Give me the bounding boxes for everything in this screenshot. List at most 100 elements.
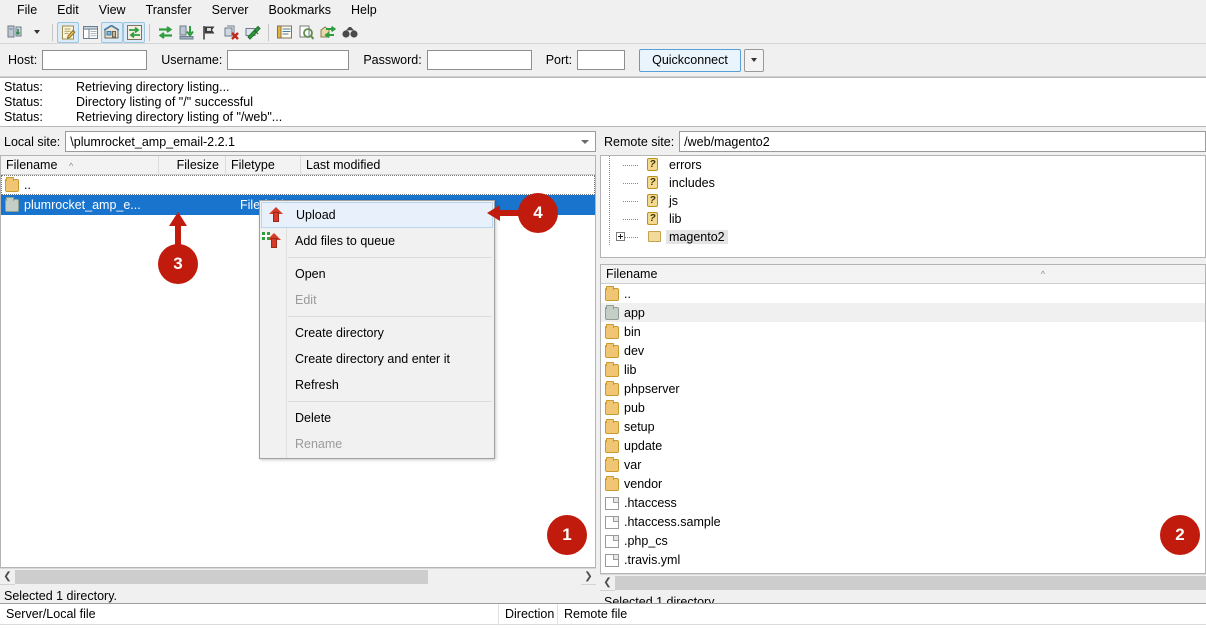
tree-item[interactable]: ? lib (601, 210, 1205, 228)
list-item[interactable]: setup (601, 417, 1205, 436)
context-menu-item-refresh[interactable]: Refresh (260, 372, 494, 398)
username-input[interactable] (227, 50, 349, 70)
scroll-track[interactable] (615, 575, 1206, 591)
remote-site-path-combobox[interactable]: /web/magento2 (679, 131, 1206, 152)
chevron-down-icon (34, 30, 40, 34)
message-log[interactable]: Status: Retrieving directory listing... … (0, 77, 1206, 127)
context-menu-item-create-directory[interactable]: Create directory (260, 320, 494, 346)
context-menu-item-delete[interactable]: Delete (260, 405, 494, 431)
list-item[interactable]: .. (1, 175, 595, 195)
list-item[interactable]: update (601, 436, 1205, 455)
remote-file-list[interactable]: Filename ^ ..appbin dev libphpserverpubset… (600, 264, 1206, 574)
file-icon (605, 535, 619, 548)
list-item[interactable]: var (601, 455, 1205, 474)
remote-file-list-header: Filename ^ (601, 265, 1205, 284)
list-item[interactable]: .htaccess.sample (601, 512, 1205, 531)
column-header-filesize[interactable]: Filesize (159, 156, 226, 175)
list-item[interactable]: bin (601, 322, 1205, 341)
list-item[interactable]: dev (601, 341, 1205, 360)
list-item[interactable]: app (601, 303, 1205, 322)
list-item[interactable]: .travis.yml (601, 550, 1205, 569)
file-name: .htaccess.sample (619, 515, 1205, 529)
process-queue-icon[interactable] (176, 22, 198, 43)
scroll-thumb[interactable] (615, 576, 1206, 590)
folder-icon (605, 440, 619, 453)
remote-file-rows: ..appbin dev libphpserverpubsetupupdate var… (601, 284, 1205, 569)
synchronized-browsing-icon[interactable] (317, 22, 339, 43)
annotation-arrow-3 (169, 212, 187, 246)
tree-indent (601, 174, 647, 192)
quickconnect-button[interactable]: Quickconnect (639, 49, 741, 72)
annotation-marker-2: 2 (1160, 515, 1200, 555)
menu-item-transfer[interactable]: Transfer (136, 0, 202, 21)
filter-icon[interactable] (273, 22, 295, 43)
menu-item-bookmarks[interactable]: Bookmarks (258, 0, 341, 21)
context-menu-item-upload[interactable]: Upload (261, 202, 493, 228)
menu-item-file[interactable]: File (7, 0, 47, 21)
toggle-transfer-queue-icon[interactable] (123, 22, 145, 43)
column-header-direction[interactable]: Direction (499, 604, 558, 625)
site-manager-dropdown-icon[interactable] (26, 22, 48, 43)
file-name: dev (619, 344, 1205, 358)
local-site-path-combobox[interactable]: \plumrocket_amp_email-2.2.1 (65, 131, 596, 152)
port-input[interactable] (577, 50, 625, 70)
cancel-operation-icon[interactable] (220, 22, 242, 43)
local-horizontal-scrollbar[interactable]: ❮ ❯ (0, 568, 596, 584)
folder-unknown-icon: ? (647, 176, 662, 190)
scroll-left-icon[interactable]: ❮ (0, 569, 15, 585)
toggle-remote-tree-icon[interactable] (101, 22, 123, 43)
list-item[interactable]: .. (601, 284, 1205, 303)
column-header-remote-file[interactable]: Remote file (558, 604, 1206, 625)
scroll-right-icon[interactable]: ❯ (581, 569, 596, 585)
scroll-thumb[interactable] (15, 570, 428, 584)
tree-indent (601, 210, 647, 228)
context-menu-item-create-directory-and-enter[interactable]: Create directory and enter it (260, 346, 494, 372)
list-item[interactable]: .htaccess (601, 493, 1205, 512)
column-header-server-local-file[interactable]: Server/Local file (0, 604, 499, 625)
folder-gray-icon (5, 199, 19, 212)
transfer-queue-header: Server/Local file Direction Remote file (0, 604, 1206, 625)
list-item[interactable]: lib (601, 360, 1205, 379)
remote-site-bar: Remote site: /web/magento2 (600, 130, 1206, 153)
toggle-message-log-icon[interactable] (57, 22, 79, 43)
menu-item-help[interactable]: Help (341, 0, 387, 21)
scroll-left-icon[interactable]: ❮ (600, 575, 615, 591)
context-menu-item-open[interactable]: Open (260, 261, 494, 287)
tree-item[interactable]: magento2 (601, 228, 1205, 246)
remote-directory-tree[interactable]: ? errors ? includes ? js (600, 155, 1206, 258)
tree-item[interactable]: ? js (601, 192, 1205, 210)
context-menu-item-label: Open (295, 267, 326, 281)
column-header-last-modified[interactable]: Last modified (301, 156, 595, 175)
tree-item[interactable]: ? errors (601, 156, 1205, 174)
menu-item-view[interactable]: View (89, 0, 136, 21)
list-item[interactable]: phpserver (601, 379, 1205, 398)
tree-item[interactable]: ? includes (601, 174, 1205, 192)
password-input[interactable] (427, 50, 532, 70)
toggle-preserve-timestamps-icon[interactable] (198, 22, 220, 43)
context-menu-item-add-files-to-queue[interactable]: Add files to queue (260, 228, 494, 254)
list-item[interactable]: vendor (601, 474, 1205, 493)
quickconnect-dropdown-button[interactable] (744, 49, 764, 72)
site-manager-icon[interactable] (4, 22, 26, 43)
menu-item-edit[interactable]: Edit (47, 0, 89, 21)
host-input[interactable] (42, 50, 147, 70)
disconnect-icon[interactable] (242, 22, 264, 43)
find-files-icon[interactable] (339, 22, 361, 43)
menu-item-server[interactable]: Server (202, 0, 259, 21)
refresh-icon[interactable] (154, 22, 176, 43)
column-header-filename[interactable]: Filename ^ (601, 265, 1205, 284)
column-header-filename[interactable]: Filename ^ (1, 156, 159, 175)
toggle-local-tree-icon[interactable] (79, 22, 101, 43)
toolbar-separator (52, 24, 53, 41)
transfer-queue: Server/Local file Direction Remote file (0, 603, 1206, 629)
compare-directories-icon[interactable] (295, 22, 317, 43)
folder-unknown-icon: ? (647, 158, 662, 172)
list-item[interactable]: .php_cs (601, 531, 1205, 550)
scroll-track[interactable] (15, 569, 581, 585)
annotation-marker-3: 3 (158, 244, 198, 284)
list-item[interactable]: pub (601, 398, 1205, 417)
column-header-filetype[interactable]: Filetype (226, 156, 301, 175)
file-name: var (619, 458, 1205, 472)
folder-unknown-icon: ? (647, 194, 662, 208)
remote-horizontal-scrollbar[interactable]: ❮ (600, 574, 1206, 590)
